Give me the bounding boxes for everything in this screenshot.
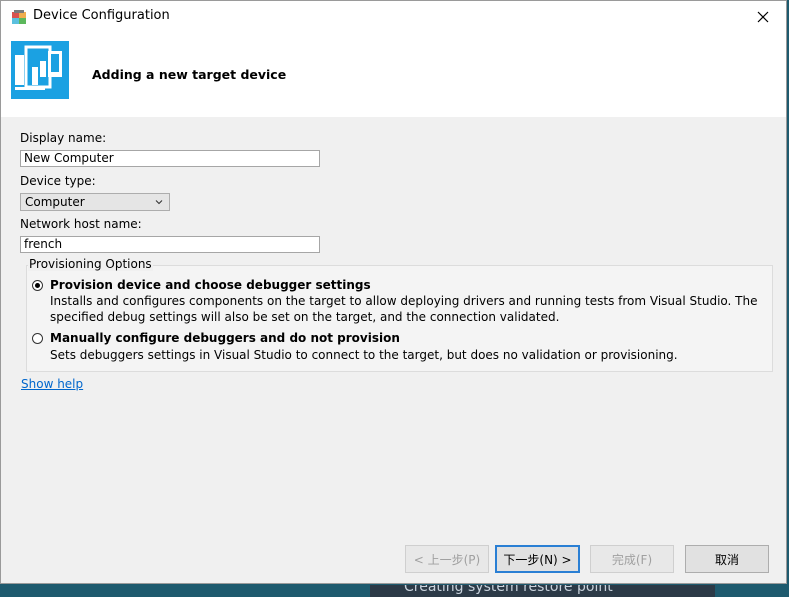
provision-option-desc-1: Installs and configures components on th… <box>50 294 758 308</box>
wizard-content: Display name: New Computer Device type: … <box>1 117 786 583</box>
close-icon <box>757 11 769 22</box>
manual-option-desc-1: Sets debuggers settings in Visual Studio… <box>50 348 678 362</box>
header-title: Adding a new target device <box>92 67 287 82</box>
host-name-label: Network host name: <box>20 217 142 231</box>
wizard-header: Adding a new target device <box>1 33 786 117</box>
close-button[interactable] <box>740 1 786 32</box>
manual-radio[interactable] <box>32 333 43 344</box>
background-window-text: Creating system restore point <box>404 585 613 595</box>
provision-option-desc-2: specified debug settings will also be se… <box>50 310 560 324</box>
display-name-input[interactable]: New Computer <box>20 150 320 167</box>
app-icon <box>12 10 26 24</box>
device-type-label: Device type: <box>20 174 96 188</box>
device-icon <box>11 41 69 99</box>
host-name-input[interactable]: french <box>20 236 320 253</box>
device-type-value: Computer <box>25 195 85 209</box>
provisioning-options-label: Provisioning Options <box>28 257 153 271</box>
show-help-link[interactable]: Show help <box>21 377 83 391</box>
chevron-down-icon <box>155 200 163 205</box>
display-name-label: Display name: <box>20 131 107 145</box>
provision-radio[interactable] <box>32 280 43 291</box>
device-type-select[interactable]: Computer <box>20 193 170 211</box>
title-bar[interactable]: Device Configuration <box>1 1 786 33</box>
finish-button[interactable]: 完成(F) <box>590 545 674 573</box>
window-title: Device Configuration <box>33 8 170 23</box>
device-configuration-dialog: Device Configuration Adding a new target… <box>0 0 787 584</box>
manual-option-title[interactable]: Manually configure debuggers and do not … <box>50 331 400 345</box>
cancel-button[interactable]: 取消 <box>685 545 769 573</box>
next-button[interactable]: 下一步(N) > <box>495 545 580 573</box>
back-button[interactable]: < 上一步(P) <box>405 545 489 573</box>
provision-option-title[interactable]: Provision device and choose debugger set… <box>50 278 371 292</box>
background-window-strip: Creating system restore point <box>370 585 715 597</box>
